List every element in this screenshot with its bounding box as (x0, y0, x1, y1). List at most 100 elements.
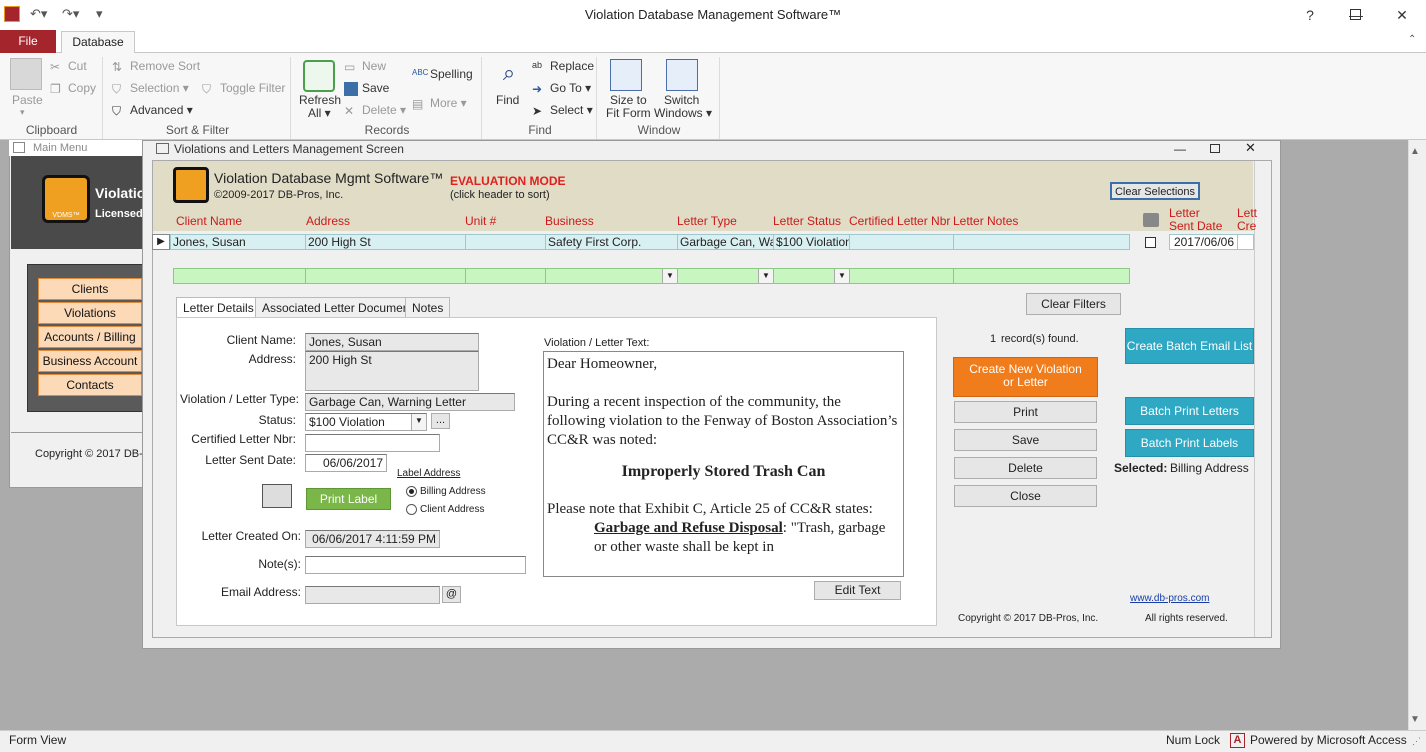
row-letter-status[interactable]: $100 Violation (773, 234, 850, 250)
spelling-button[interactable]: ABC Spelling (412, 67, 473, 82)
email-field[interactable] (305, 586, 440, 604)
chevron-down-icon[interactable]: ▼ (662, 269, 677, 283)
cut-button[interactable]: ✂ Cut (50, 59, 87, 74)
delete-button[interactable]: Delete (954, 457, 1097, 479)
row-certified-nbr[interactable] (849, 234, 954, 250)
col-letter-notes[interactable]: Letter Notes (953, 214, 1018, 228)
row-business[interactable]: Safety First Corp. (545, 234, 678, 250)
filter-client-name[interactable] (173, 268, 306, 284)
form-scrollbar[interactable] (1254, 161, 1271, 637)
refresh-all-button[interactable]: Refresh (299, 93, 341, 107)
chevron-down-icon[interactable]: ▼ (411, 414, 426, 430)
chevron-down-icon[interactable]: ▼ (834, 269, 849, 283)
status-more-button[interactable]: ... (431, 413, 450, 429)
accounts-billing-button[interactable]: Accounts / Billing (38, 326, 142, 348)
client-name-field[interactable]: Jones, Susan (305, 333, 479, 351)
goto-button[interactable]: ➜ Go To ▾ (532, 81, 591, 96)
copy-button[interactable]: ❐ Copy (50, 81, 96, 96)
email-button[interactable]: @ (442, 586, 461, 603)
clear-selections-button[interactable]: Clear Selections (1110, 182, 1200, 200)
selection-button[interactable]: ⛉ Selection ▾ (112, 81, 189, 96)
form-close-button[interactable]: ✕ (1245, 140, 1256, 156)
row-select-checkbox[interactable] (1145, 237, 1156, 248)
billing-address-radio[interactable]: Billing Address (406, 486, 486, 497)
create-batch-email-button[interactable]: Create Batch Email List (1125, 328, 1254, 364)
vertical-scrollbar[interactable] (1408, 140, 1426, 730)
form-minimize-button[interactable]: — (1174, 142, 1186, 156)
col-letter-created-2[interactable]: Cre (1237, 219, 1256, 233)
row-created[interactable] (1237, 234, 1254, 250)
col-letter-status[interactable]: Letter Status (773, 214, 841, 228)
col-letter-sent-date-2[interactable]: Sent Date (1169, 219, 1222, 233)
toggle-filter-button[interactable]: ⛉ Toggle Filter (202, 81, 285, 96)
client-address-radio[interactable]: Client Address (406, 504, 484, 515)
close-window-button[interactable]: ✕ (1379, 0, 1425, 30)
col-certified-letter-nbr[interactable]: Certified Letter Nbr (849, 214, 950, 228)
radio-unchecked[interactable] (406, 504, 417, 515)
find-button[interactable]: Find (496, 93, 519, 107)
printer-icon[interactable] (1143, 213, 1159, 227)
switch-windows-button[interactable]: Switch (664, 93, 699, 107)
help-icon[interactable]: ? (1287, 0, 1333, 30)
tab-letter-details[interactable]: Letter Details (176, 297, 261, 319)
size-to-fit-button[interactable]: Size to (610, 93, 647, 107)
col-unit[interactable]: Unit # (465, 214, 496, 228)
contacts-button[interactable]: Contacts (38, 374, 142, 396)
select-button[interactable]: ➤ Select ▾ (532, 103, 593, 118)
radio-checked[interactable] (406, 486, 417, 497)
scroll-up-icon[interactable]: ▲ (1410, 146, 1420, 157)
row-sent-date[interactable]: 2017/06/06 (1169, 234, 1238, 250)
col-letter-type[interactable]: Letter Type (677, 214, 737, 228)
filter-address[interactable] (305, 268, 466, 284)
sent-date-field[interactable]: 06/06/2017 (305, 454, 387, 472)
delete-record-button[interactable]: ✕ Delete ▾ (344, 103, 406, 118)
row-letter-notes[interactable] (953, 234, 1130, 250)
filter-certified-nbr[interactable] (849, 268, 954, 284)
collapse-ribbon-icon[interactable]: ⌃ (1408, 34, 1416, 45)
col-letter-sent-date[interactable]: Letter (1169, 206, 1200, 220)
violations-button[interactable]: Violations (38, 302, 142, 324)
form-restore-button[interactable] (1210, 144, 1220, 153)
letter-text-box[interactable]: Dear Homeowner, During a recent inspecti… (543, 351, 904, 577)
print-button[interactable]: Print (954, 401, 1097, 423)
resize-grip-icon[interactable]: ⋰ (1412, 736, 1421, 747)
col-business[interactable]: Business (545, 214, 594, 228)
advanced-button[interactable]: ⛉ Advanced ▾ (112, 103, 193, 118)
new-record-button[interactable]: ▭ New (344, 59, 386, 74)
filter-letter-notes[interactable] (953, 268, 1130, 284)
col-letter-created[interactable]: Lett (1237, 206, 1257, 220)
created-on-field[interactable]: 06/06/2017 4:11:59 PM (305, 530, 440, 548)
tab-database[interactable]: Database (61, 31, 135, 54)
create-new-violation-button[interactable]: Create New Violation or Letter (953, 357, 1098, 397)
save-record-button[interactable]: Save (344, 81, 389, 96)
clear-filters-button[interactable]: Clear Filters (1026, 293, 1121, 315)
maximize-button[interactable] (1350, 9, 1361, 20)
letter-type-field[interactable]: Garbage Can, Warning Letter (305, 393, 515, 411)
row-address[interactable]: 200 High St (305, 234, 466, 250)
edit-text-button[interactable]: Edit Text (814, 581, 901, 600)
batch-print-labels-button[interactable]: Batch Print Labels (1125, 429, 1254, 457)
more-button[interactable]: ▤ More ▾ (412, 96, 467, 111)
save-button[interactable]: Save (954, 429, 1097, 451)
row-client-name[interactable]: Jones, Susan (170, 234, 306, 250)
address-field[interactable]: 200 High St (305, 351, 479, 391)
tab-notes[interactable]: Notes (405, 297, 451, 318)
paste-button[interactable]: Paste (12, 93, 43, 107)
record-selector[interactable]: ▶ (152, 234, 170, 250)
filter-unit[interactable] (465, 268, 546, 284)
filter-letter-status[interactable]: ▼ (773, 268, 850, 284)
close-button[interactable]: Close (954, 485, 1097, 507)
db-pros-link[interactable]: www.db-pros.com (1130, 593, 1209, 604)
scroll-down-icon[interactable]: ▼ (1410, 714, 1420, 725)
clients-button[interactable]: Clients (38, 278, 142, 300)
business-account-button[interactable]: Business Account (38, 350, 142, 372)
replace-button[interactable]: ab Replace (532, 59, 594, 74)
col-address[interactable]: Address (306, 214, 350, 228)
row-unit[interactable] (465, 234, 546, 250)
paste-dropdown-icon[interactable]: ▾ (20, 107, 25, 118)
batch-print-letters-button[interactable]: Batch Print Letters (1125, 397, 1254, 425)
tab-file[interactable]: File (0, 30, 56, 53)
certified-nbr-field[interactable] (305, 434, 440, 452)
tab-associated-letter-documents[interactable]: Associated Letter Documents (255, 297, 426, 318)
col-client-name[interactable]: Client Name (176, 214, 242, 228)
